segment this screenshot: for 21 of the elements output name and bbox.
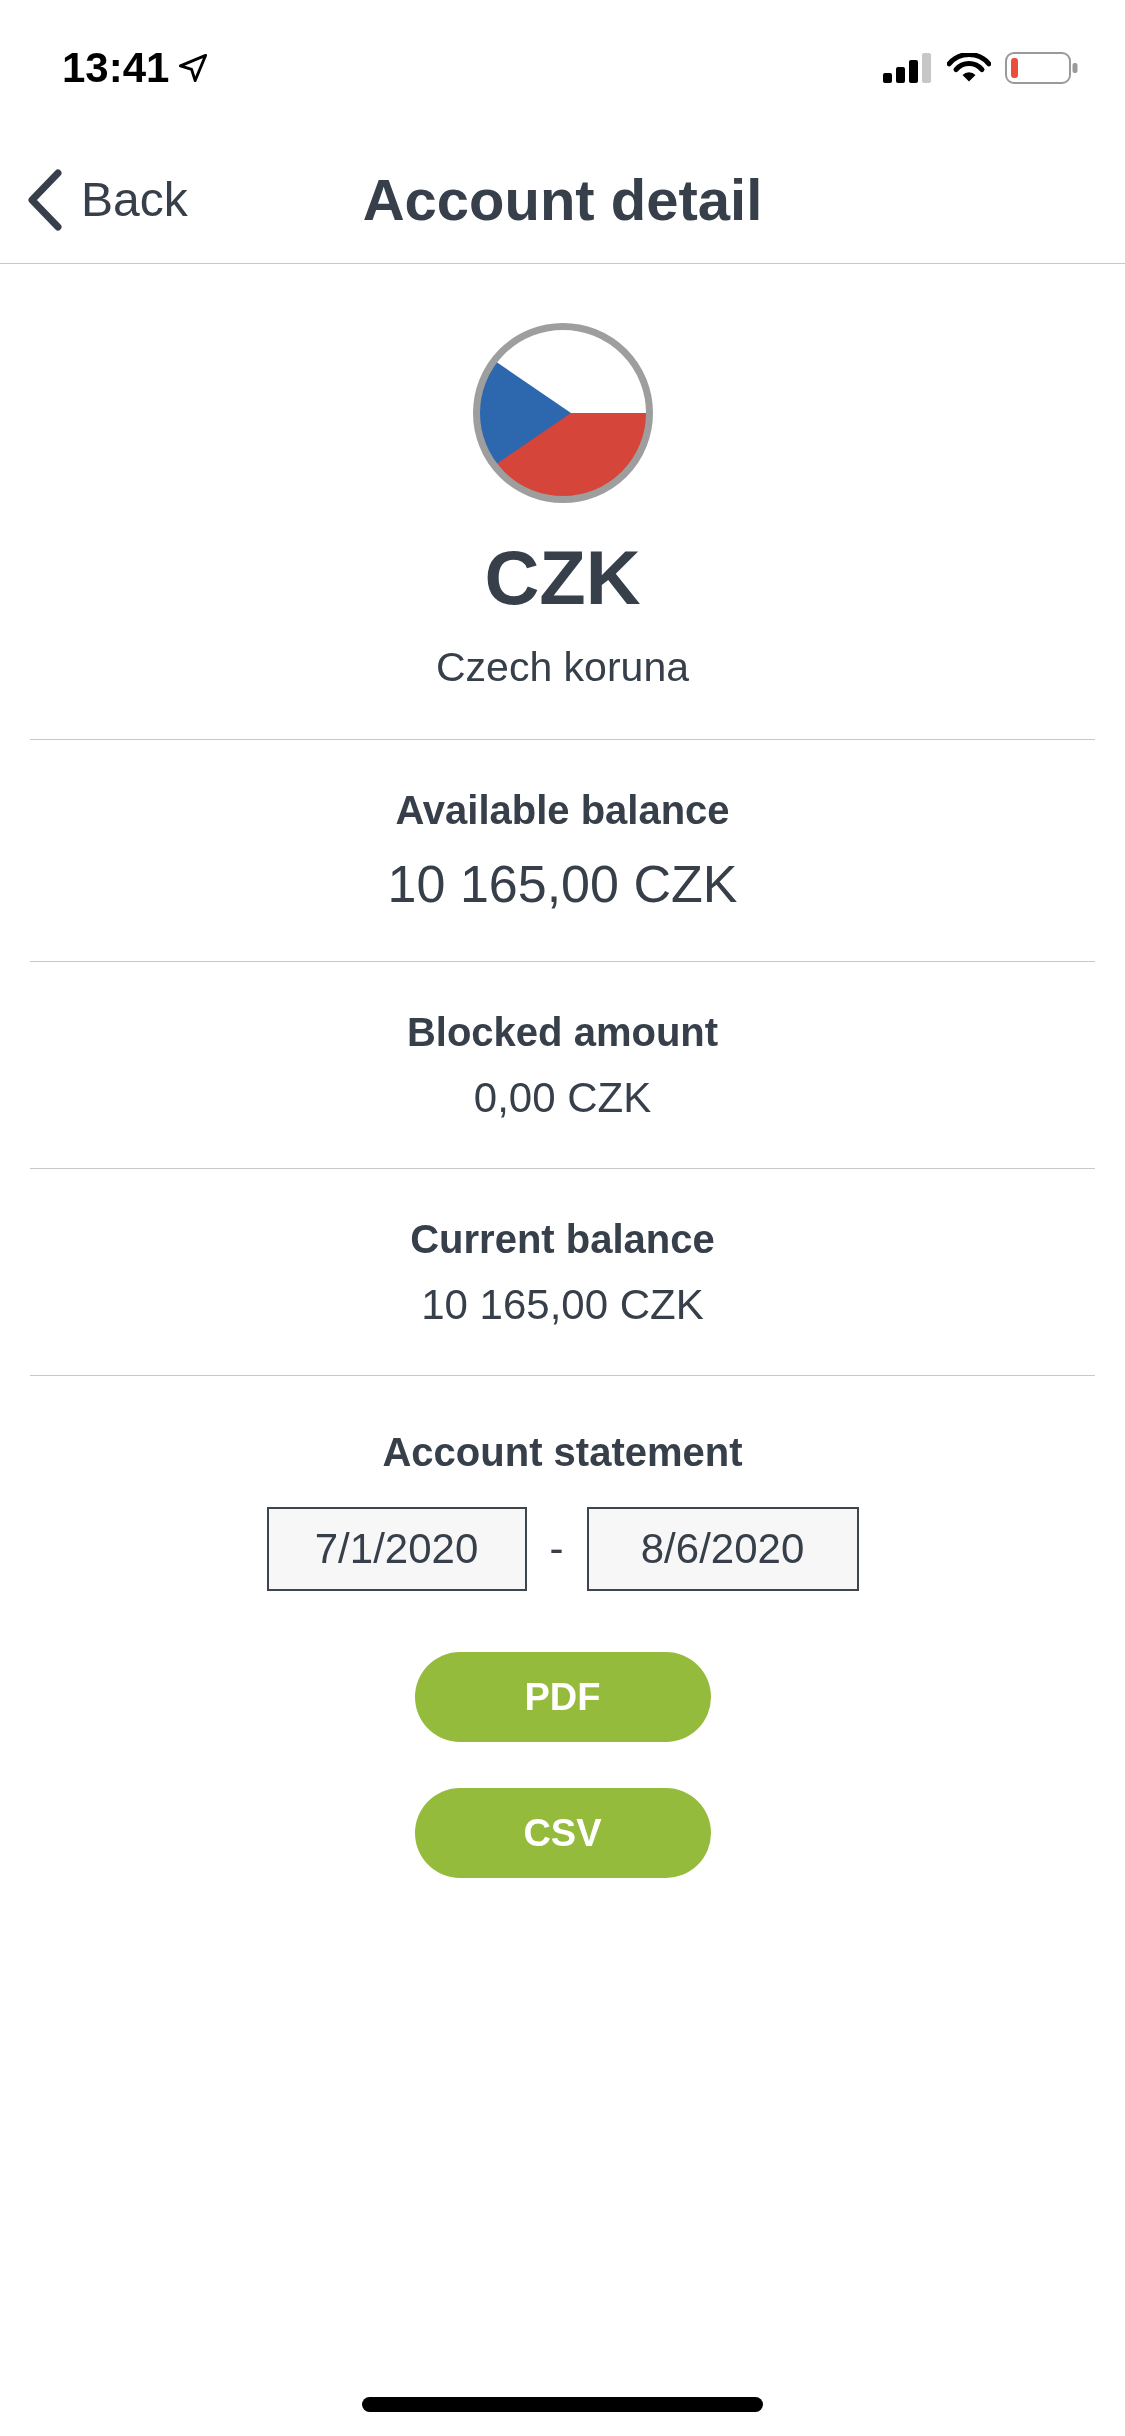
location-arrow-icon: [179, 54, 208, 82]
chevron-left-icon: [27, 168, 63, 231]
currency-code: CZK: [484, 534, 641, 622]
balance-label: Available balance: [395, 787, 730, 833]
back-button[interactable]: Back: [27, 168, 188, 231]
battery-icon: [1005, 52, 1079, 84]
balance-label: Current balance: [410, 1216, 715, 1262]
balance-amount: 10 165,00 CZK: [387, 854, 738, 915]
balance-label: Blocked amount: [406, 1009, 719, 1055]
wifi-icon: [947, 53, 991, 83]
currency-name: Czech koruna: [436, 643, 689, 691]
flag-icon: [472, 323, 653, 503]
balance-amount: 10 165,00 CZK: [421, 1280, 704, 1330]
date-range-separator: -: [549, 1524, 564, 1574]
date-from-field[interactable]: 7/1/2020: [266, 1507, 527, 1591]
status-time: 13:41: [62, 44, 170, 92]
balance-amount: 0,00 CZK: [473, 1073, 652, 1123]
screen-title: Account detail: [362, 165, 763, 234]
statement-title: Account statement: [382, 1429, 743, 1475]
signal-icon: [883, 53, 933, 83]
date-to-field[interactable]: 8/6/2020: [586, 1507, 859, 1591]
